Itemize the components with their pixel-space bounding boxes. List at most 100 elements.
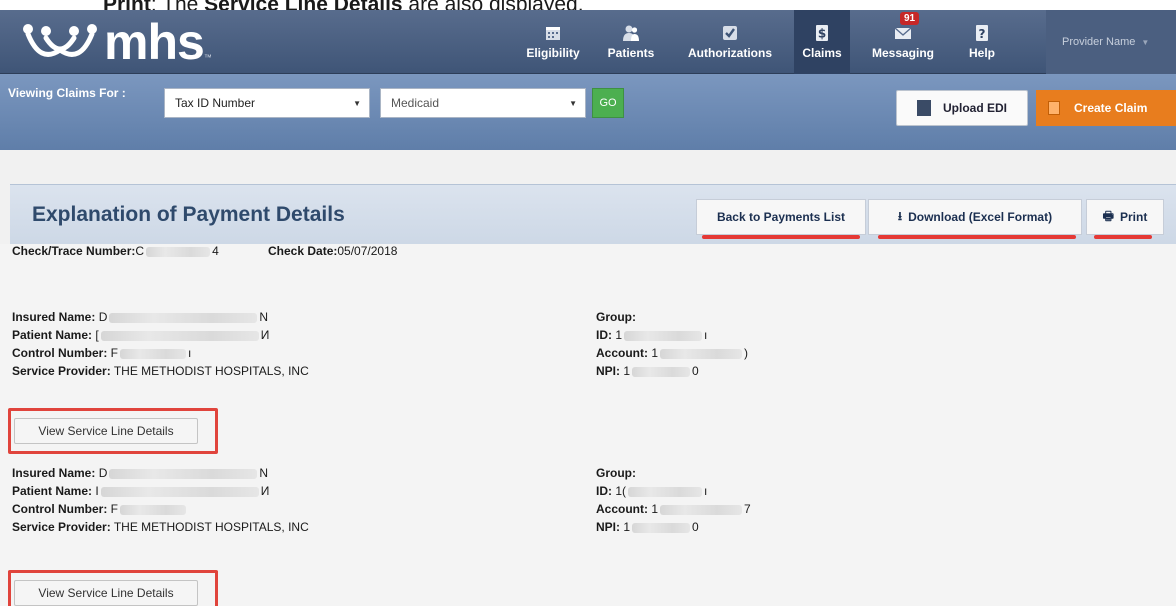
- group-field: Group:: [596, 310, 636, 324]
- trademark-mark: ™: [203, 53, 212, 62]
- npi-label: NPI:: [596, 364, 620, 378]
- control-number-start: F: [110, 346, 119, 360]
- checkmark-icon: [723, 26, 737, 40]
- upload-icon: [916, 100, 931, 116]
- service-provider: Service Provider: THE METHODIST HOSPITAL…: [12, 364, 309, 378]
- logo-people-icon: [23, 24, 97, 57]
- logo-text: mhs: [104, 14, 205, 70]
- download-icon: ⭳: [897, 208, 903, 223]
- nav-messaging[interactable]: 91 Messaging: [858, 10, 948, 74]
- view-service-line-details-button[interactable]: View Service Line Details: [14, 418, 198, 444]
- account-end: 7: [744, 502, 751, 516]
- insured-name-end: N: [259, 310, 269, 324]
- nav-eligibility[interactable]: Eligibility: [518, 10, 588, 74]
- go-button[interactable]: GO: [592, 88, 624, 118]
- control-number: Control Number: Fı: [12, 346, 191, 360]
- patient-name-label: Patient Name:: [12, 328, 93, 342]
- account-start: 1: [651, 502, 659, 516]
- id-start: 1: [615, 328, 623, 342]
- npi-start: 1: [623, 364, 631, 378]
- service-provider-label: Service Provider:: [12, 520, 111, 534]
- check-date-label: Check Date:: [268, 244, 338, 258]
- group-label: Group:: [596, 310, 636, 324]
- nav-messaging-label: Messaging: [871, 46, 934, 60]
- plan-select[interactable]: Medicaid ▼: [380, 88, 586, 118]
- view-service-line-details-button[interactable]: View Service Line Details: [14, 580, 198, 606]
- redacted-block: [100, 486, 259, 497]
- nav-claims[interactable]: $ Claims: [794, 10, 850, 74]
- plan-select-value: Medicaid: [391, 96, 440, 110]
- id-start: 1(: [615, 484, 627, 498]
- service-provider: Service Provider: THE METHODIST HOSPITAL…: [12, 520, 309, 534]
- control-number-start: F: [110, 502, 119, 516]
- question-icon: ?: [976, 25, 988, 41]
- patient-name: Patient Name: I И: [12, 484, 269, 498]
- account-field: Account: 1 7: [596, 502, 751, 516]
- redacted-block: [109, 468, 258, 479]
- nav-authorizations[interactable]: Authorizations: [674, 10, 786, 74]
- id-field: ID: 1( ı: [596, 484, 707, 498]
- create-claim-button[interactable]: Create Claim: [1036, 90, 1176, 126]
- account-end: ): [744, 346, 749, 360]
- redacted-block: [632, 366, 691, 377]
- nav-help[interactable]: ? Help: [956, 10, 1008, 74]
- patient-name-label: Patient Name:: [12, 484, 93, 498]
- patient-name-end: И: [260, 328, 270, 342]
- viewing-claims-label: Viewing Claims For :: [8, 86, 126, 100]
- redacted-block: [146, 246, 211, 257]
- check-trace-label: Check/Trace Number:: [12, 244, 136, 258]
- check-date-value: 05/07/2018: [337, 244, 398, 258]
- top-nav: mhs ™ Eligibility Patients Authorization…: [0, 10, 1176, 74]
- insured-name-end: N: [259, 466, 269, 480]
- account-label: Account:: [596, 502, 648, 516]
- service-provider-value: THE METHODIST HOSPITALS, INC: [113, 364, 309, 378]
- insured-name: Insured Name: D N: [12, 466, 268, 480]
- account-start: 1: [651, 346, 659, 360]
- redacted-block: [624, 330, 703, 341]
- redacted-block: [100, 330, 259, 341]
- provider-menu[interactable]: Provider Name ▼: [1046, 10, 1176, 74]
- control-number-label: Control Number:: [12, 346, 108, 360]
- printer-icon: 🖶: [1102, 208, 1114, 223]
- claims-filter-bar: Viewing Claims For : Tax ID Number ▼ Med…: [0, 74, 1176, 150]
- svg-text:$: $: [818, 27, 826, 41]
- back-to-payments-button[interactable]: Back to Payments List: [696, 199, 866, 235]
- redacted-block: [628, 486, 703, 497]
- back-to-payments-label: Back to Payments List: [716, 210, 846, 224]
- insured-name-start: D: [98, 466, 108, 480]
- check-date: Check Date:05/07/2018: [268, 244, 397, 258]
- redacted-block: [632, 522, 691, 533]
- npi-label: NPI:: [596, 520, 620, 534]
- nav-patients[interactable]: Patients: [596, 10, 666, 74]
- print-button[interactable]: 🖶 Print: [1086, 199, 1164, 235]
- chevron-down-icon: ▼: [353, 98, 361, 108]
- upload-edi-label: Upload EDI: [942, 101, 1007, 115]
- tax-id-select-value: Tax ID Number: [175, 96, 256, 110]
- logo[interactable]: mhs ™: [18, 14, 212, 70]
- provider-name: Provider Name: [1062, 36, 1136, 48]
- nav-patients-label: Patients: [607, 46, 655, 60]
- highlight-underline: [878, 235, 1076, 239]
- upload-edi-button[interactable]: Upload EDI: [896, 90, 1028, 126]
- id-field: ID: 1 ı: [596, 328, 707, 342]
- id-label: ID:: [596, 484, 612, 498]
- nav-help-label: Help: [968, 46, 995, 60]
- check-trace-prefix: C: [135, 244, 145, 258]
- insured-name-label: Insured Name:: [12, 310, 96, 324]
- npi-start: 1: [623, 520, 631, 534]
- redacted-block: [120, 348, 187, 359]
- patient-name-start: [: [95, 328, 99, 342]
- chevron-down-icon: ▼: [1141, 37, 1150, 47]
- id-end: ı: [704, 484, 708, 498]
- download-excel-button[interactable]: ⭳ Download (Excel Format): [868, 199, 1082, 235]
- npi-field: NPI: 1 0: [596, 520, 699, 534]
- tax-id-select[interactable]: Tax ID Number ▼: [164, 88, 370, 118]
- dollar-icon: $: [816, 25, 828, 41]
- svg-text:?: ?: [979, 27, 986, 41]
- npi-end: 0: [692, 520, 699, 534]
- nav-claims-label: Claims: [802, 46, 842, 60]
- redacted-block: [120, 504, 187, 515]
- calendar-icon: [546, 27, 560, 40]
- check-trace-number: Check/Trace Number:C 4: [12, 244, 219, 258]
- check-trace-suffix: 4: [212, 244, 219, 258]
